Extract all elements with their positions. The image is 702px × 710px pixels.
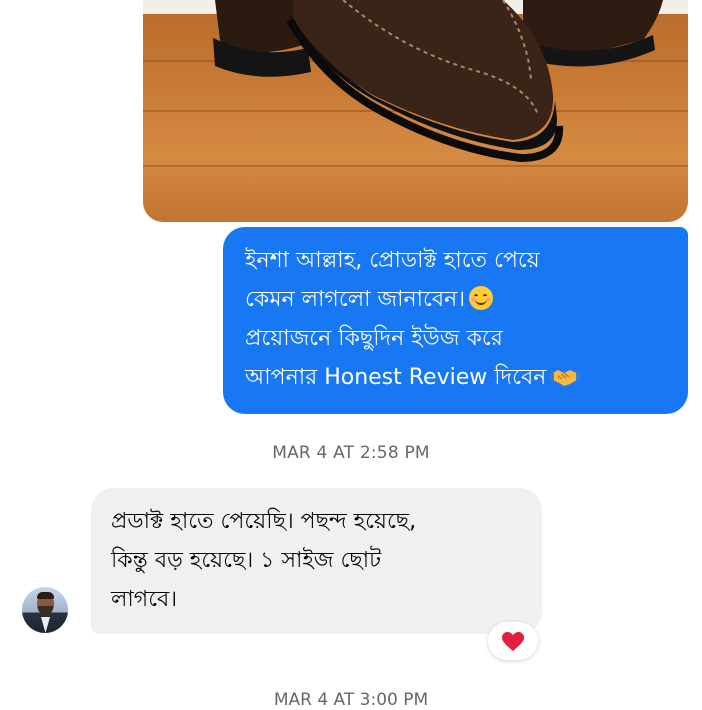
shared-product-photo[interactable] (143, 0, 688, 222)
message-line: আপনার Honest Review দিবেন (245, 358, 670, 397)
heart-reaction-badge[interactable] (488, 622, 538, 660)
outgoing-message-bubble[interactable]: ইনশা আল্লাহ, প্রোডাক্ট হাতে পেয়ে কেমন ল… (223, 227, 688, 414)
next-message-timestamp: MAR 4 AT 3:00 PM (273, 690, 429, 710)
message-line: প্রয়োজনে কিছুদিন ইউজ করে (245, 326, 503, 351)
message-line: প্রডাক্ট হাতে পেয়েছি। পছন্দ হয়েছে, (111, 509, 417, 534)
smiling-face-emoji-icon (469, 286, 494, 310)
message-line: কিন্তু বড় হয়েছে। ১ সাইজ ছোট (111, 548, 382, 573)
heart-icon (502, 632, 524, 651)
message-line: ইনশা আল্লাহ, প্রোডাক্ট হাতে পেয়ে (245, 248, 540, 273)
handshake-emoji-icon (550, 362, 581, 386)
sender-avatar[interactable] (22, 587, 68, 633)
message-line: কেমন লাগলো জানাবেন। (245, 280, 670, 319)
incoming-message-bubble[interactable]: প্রডাক্ট হাতে পেয়েছি। পছন্দ হয়েছে, কিন… (91, 488, 542, 634)
message-line: লাগবে। (111, 587, 178, 612)
message-timestamp: MAR 4 AT 2:58 PM (272, 443, 430, 463)
loafer-shoes-illustration (213, 0, 663, 163)
